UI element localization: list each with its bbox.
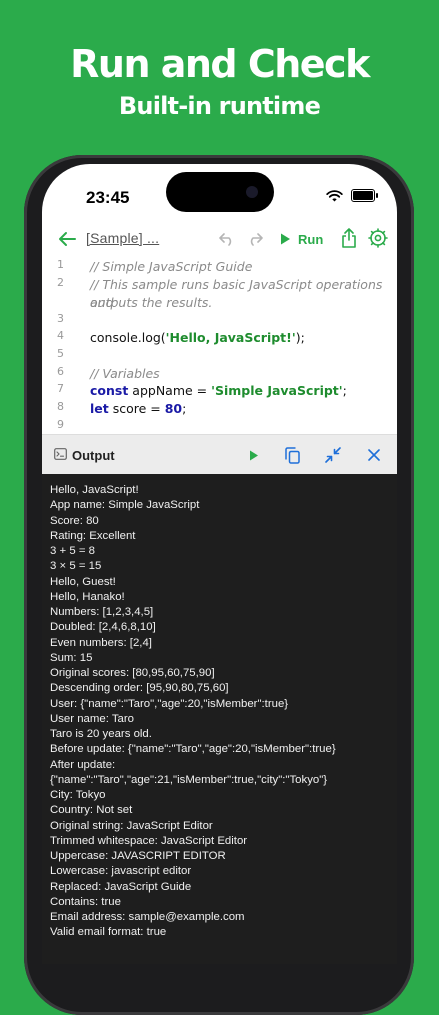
code-token: score = bbox=[108, 401, 165, 416]
line-number: 4 bbox=[57, 329, 64, 342]
status-time: 23:45 bbox=[86, 188, 130, 207]
output-run-button[interactable] bbox=[244, 445, 264, 465]
code-text: const appName = 'Simple JavaScript'; bbox=[90, 382, 385, 400]
output-line: 3 × 5 = 15 bbox=[50, 560, 102, 573]
line-number: 6 bbox=[57, 365, 64, 378]
promo-subheadline: Built-in runtime bbox=[118, 92, 321, 120]
output-line: Lowercase: javascript editor bbox=[50, 865, 192, 878]
output-line: Rating: Excellent bbox=[50, 529, 136, 542]
code-text: let score = 80; bbox=[90, 400, 385, 418]
output-line: Hello, Hanako! bbox=[50, 590, 125, 603]
run-label: Run bbox=[298, 231, 324, 247]
output-line: Hello, Guest! bbox=[50, 575, 116, 588]
back-button[interactable] bbox=[56, 228, 78, 250]
output-line: {"name":"Taro","age":21,"isMember":true,… bbox=[50, 773, 328, 786]
code-editor[interactable]: 1// Simple JavaScript Guide 2// This samp… bbox=[42, 256, 397, 434]
undo-button[interactable] bbox=[216, 228, 238, 250]
line-number: 8 bbox=[57, 400, 64, 413]
gear-icon bbox=[368, 228, 388, 248]
output-line: 3 + 5 = 8 bbox=[50, 545, 95, 557]
code-token: 'Hello, JavaScript!' bbox=[165, 330, 296, 345]
output-line: Even numbers: [2,4] bbox=[50, 636, 152, 649]
code-token: ); bbox=[295, 330, 305, 345]
arrow-left-icon bbox=[59, 232, 76, 246]
code-text: console.log('Hello, JavaScript!'); bbox=[90, 329, 385, 347]
output-line: Email address: sample@example.com bbox=[50, 911, 245, 923]
output-line: Score: 80 bbox=[50, 514, 99, 527]
output-line: Uppercase: JAVASCRIPT EDITOR bbox=[50, 850, 226, 862]
collapse-output-button[interactable] bbox=[323, 445, 343, 465]
output-line: Numbers: [1,2,3,4,5] bbox=[50, 606, 154, 618]
share-icon bbox=[342, 228, 356, 248]
run-button[interactable]: Run bbox=[280, 228, 323, 250]
output-line: Doubled: [2,4,6,8,10] bbox=[50, 621, 156, 634]
output-line: Sum: 15 bbox=[50, 651, 93, 664]
dynamic-island bbox=[166, 172, 274, 212]
code-token: 'Simple JavaScript' bbox=[211, 383, 343, 398]
code-token: ; bbox=[342, 383, 347, 398]
output-line: Taro is 20 years old. bbox=[50, 728, 152, 740]
code-token: outputs the results. bbox=[90, 295, 213, 310]
code-token: // Simple JavaScript Guide bbox=[90, 259, 253, 274]
output-line: User: {"name":"Taro","age":20,"isMember"… bbox=[50, 697, 289, 710]
output-line: Descending order: [95,90,80,75,60] bbox=[50, 682, 229, 695]
battery-icon bbox=[351, 189, 378, 202]
line-number: 1 bbox=[57, 258, 64, 271]
output-line: Country: Not set bbox=[50, 804, 133, 817]
output-panel-header: Output bbox=[42, 434, 397, 475]
play-icon bbox=[281, 233, 290, 245]
file-title[interactable]: [Sample] ... bbox=[86, 230, 159, 246]
close-output-button[interactable] bbox=[364, 445, 384, 465]
promo-headline: Run and Check bbox=[70, 42, 370, 86]
settings-button[interactable] bbox=[367, 227, 389, 249]
code-text: // Variables bbox=[90, 365, 385, 383]
close-icon bbox=[368, 449, 380, 461]
copy-icon bbox=[284, 446, 300, 464]
code-text: // Simple JavaScript Guide bbox=[90, 258, 385, 276]
copy-output-button[interactable] bbox=[282, 445, 302, 465]
line-number: 2 bbox=[57, 276, 64, 289]
redo-button[interactable] bbox=[244, 228, 266, 250]
code-token: const bbox=[90, 383, 129, 398]
output-line: After update: bbox=[50, 758, 116, 771]
output-line: Original scores: [80,95,60,75,90] bbox=[50, 667, 215, 679]
code-token: appName = bbox=[128, 383, 212, 398]
line-number: 7 bbox=[57, 382, 64, 395]
collapse-arrows-icon bbox=[325, 447, 341, 463]
play-icon bbox=[250, 450, 258, 460]
console-icon bbox=[54, 448, 67, 460]
code-token: 80 bbox=[164, 401, 183, 416]
output-line: City: Tokyo bbox=[50, 789, 106, 801]
phone-screen: 23:45 [Sample] ... Run 1 // Simple JavaS… bbox=[42, 164, 397, 964]
status-icons bbox=[326, 189, 378, 202]
code-token: let bbox=[90, 401, 109, 416]
wifi-icon bbox=[326, 189, 343, 201]
code-token: console.log( bbox=[90, 330, 166, 345]
code-token: ; bbox=[182, 401, 187, 416]
output-line: Trimmed whitespace: JavaScript Editor bbox=[50, 834, 248, 847]
output-line: App name: Simple JavaScript bbox=[50, 499, 200, 512]
output-line: Contains: true bbox=[50, 895, 121, 908]
output-line: Hello, JavaScript! bbox=[50, 484, 139, 496]
line-number: 3 bbox=[57, 312, 64, 325]
output-line: Replaced: JavaScript Guide bbox=[50, 880, 192, 893]
line-number: 9 bbox=[57, 418, 64, 431]
code-text: outputs the results. bbox=[90, 294, 385, 312]
undo-icon bbox=[219, 233, 232, 246]
output-line: User name: Taro bbox=[50, 712, 134, 725]
output-console[interactable]: Hello, JavaScript! App name: Simple JavaS… bbox=[42, 474, 397, 964]
output-line: Valid email format: true bbox=[50, 926, 167, 939]
code-token: // Variables bbox=[90, 366, 160, 381]
redo-icon bbox=[250, 233, 263, 246]
share-button[interactable] bbox=[338, 226, 360, 250]
output-title: Output bbox=[72, 448, 115, 463]
output-line: Before update: {"name":"Taro","age":20,"… bbox=[50, 743, 336, 756]
output-line: Original string: JavaScript Editor bbox=[50, 819, 213, 832]
line-number: 5 bbox=[57, 347, 64, 360]
editor-toolbar: [Sample] ... Run bbox=[42, 222, 397, 256]
